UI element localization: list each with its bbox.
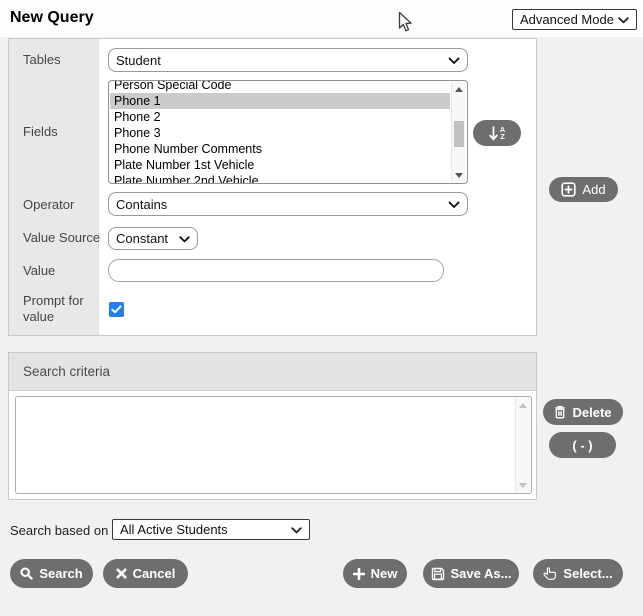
label-column	[9, 39, 99, 335]
search-criteria-header: Search criteria	[9, 353, 536, 391]
sort-az-button[interactable]: A Z	[473, 120, 521, 146]
search-based-on-label: Search based on	[10, 523, 108, 539]
search-criteria-box[interactable]	[15, 396, 532, 494]
criteria-scrollbar[interactable]	[515, 398, 530, 492]
value-label: Value	[23, 263, 55, 279]
list-item[interactable]: Phone Number Comments	[110, 141, 450, 157]
checkmark-icon	[111, 301, 122, 319]
tables-select[interactable]: Student	[108, 48, 468, 72]
tables-select-value: Student	[116, 53, 161, 68]
search-criteria-title: Search criteria	[23, 364, 110, 379]
search-button-label: Search	[39, 566, 82, 581]
value-source-label: Value Source	[23, 230, 100, 246]
scrollbar-thumb[interactable]	[454, 121, 464, 147]
scroll-down-icon[interactable]	[452, 168, 466, 182]
advanced-mode-value: Advanced Mode	[520, 12, 614, 27]
value-source-select-value: Constant	[116, 231, 168, 246]
search-button[interactable]: Search	[10, 559, 93, 588]
fields-label: Fields	[23, 124, 58, 140]
value-input[interactable]	[108, 259, 444, 282]
list-item[interactable]: Plate Number 1st Vehicle	[110, 157, 450, 173]
operator-label: Operator	[23, 197, 74, 213]
new-button-label: New	[371, 566, 398, 581]
fields-listbox[interactable]: Person Special Code Phone 1 Phone 2 Phon…	[108, 80, 468, 184]
scroll-down-icon[interactable]	[516, 478, 530, 492]
list-item[interactable]: Phone 3	[110, 125, 450, 141]
value-source-select[interactable]: Constant	[108, 227, 198, 250]
chevron-down-icon	[448, 53, 460, 68]
trash-icon	[554, 405, 566, 419]
delete-button-label: Delete	[572, 405, 611, 420]
list-item[interactable]: Phone 2	[110, 109, 450, 125]
chevron-down-icon	[448, 197, 460, 212]
new-button[interactable]: New	[343, 559, 407, 588]
search-based-on-select[interactable]: All Active Students	[112, 519, 310, 540]
hand-pointer-icon	[543, 566, 557, 581]
chevron-down-icon	[618, 12, 629, 27]
save-as-button-label: Save As...	[451, 566, 512, 581]
scroll-up-icon[interactable]	[516, 398, 530, 412]
add-button[interactable]: Add	[549, 177, 618, 202]
close-icon	[116, 568, 127, 579]
fields-scrollbar[interactable]	[451, 82, 466, 182]
list-item[interactable]: Plate Number 2nd Vehicle	[110, 173, 450, 184]
prompt-for-value-label: Prompt for value	[23, 293, 87, 325]
minus-button-label: ( - )	[572, 438, 592, 453]
save-as-button[interactable]: Save As...	[423, 559, 519, 588]
remove-parentheses-button[interactable]: ( - )	[549, 432, 616, 458]
select-button[interactable]: Select...	[533, 559, 623, 588]
save-icon	[431, 567, 445, 581]
operator-select[interactable]: Contains	[108, 192, 468, 216]
chevron-down-icon	[179, 231, 190, 246]
cancel-button-label: Cancel	[133, 566, 176, 581]
search-criteria-panel: Search criteria	[8, 352, 537, 500]
search-icon	[20, 567, 33, 580]
page-title: New Query	[10, 9, 94, 27]
delete-button[interactable]: Delete	[543, 399, 623, 425]
operator-select-value: Contains	[116, 197, 167, 212]
search-based-on-value: All Active Students	[120, 522, 228, 537]
sort-arrow-icon	[489, 126, 498, 141]
plus-square-icon	[561, 182, 576, 197]
scroll-up-icon[interactable]	[452, 82, 466, 96]
sort-az-icon: A Z	[500, 126, 505, 140]
list-item-selected[interactable]: Phone 1	[110, 93, 450, 109]
query-form-panel: Tables Student Fields Person Special Cod…	[8, 38, 537, 336]
advanced-mode-select[interactable]: Advanced Mode	[512, 9, 637, 30]
plus-icon	[353, 568, 365, 580]
list-item[interactable]: Person Special Code	[110, 80, 450, 93]
cancel-button[interactable]: Cancel	[103, 559, 188, 588]
chevron-down-icon	[291, 522, 302, 537]
prompt-checkbox[interactable]	[109, 302, 124, 317]
add-button-label: Add	[582, 182, 605, 197]
select-button-label: Select...	[563, 566, 612, 581]
new-query-screen: New Query Advanced Mode Tables Student F…	[0, 0, 643, 616]
fields-list: Person Special Code Phone 1 Phone 2 Phon…	[110, 80, 450, 184]
tables-label: Tables	[23, 52, 61, 68]
